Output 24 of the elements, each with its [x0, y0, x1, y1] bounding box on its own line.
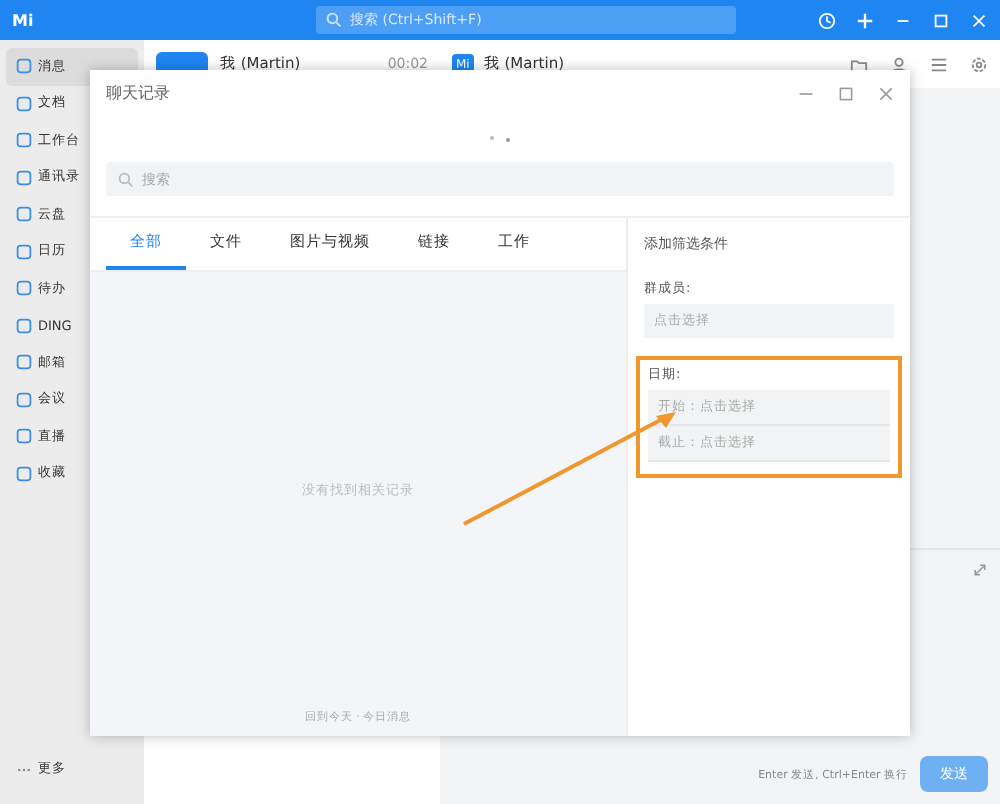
search-icon [326, 12, 342, 28]
rounded-square-icon [16, 391, 32, 408]
list-icon[interactable] [930, 55, 948, 73]
dialog-title: 聊天记录 [106, 82, 170, 104]
rounded-square-icon [16, 280, 32, 297]
rounded-square-icon [16, 465, 32, 482]
rounded-square-icon [16, 354, 32, 371]
rounded-square-icon [16, 95, 32, 112]
rounded-square-icon [16, 428, 32, 445]
loading-icon [490, 136, 510, 142]
rounded-square-icon [16, 132, 32, 149]
rounded-square-icon [16, 206, 32, 223]
rounded-square-icon [16, 169, 32, 186]
history-icon[interactable] [818, 11, 836, 29]
rounded-square-icon [16, 317, 32, 334]
rounded-square-icon [16, 58, 32, 75]
add-icon[interactable] [856, 11, 874, 29]
search-icon [118, 171, 134, 187]
settings-icon[interactable] [970, 55, 988, 73]
maximize-icon[interactable] [838, 85, 854, 101]
rounded-square-icon [16, 243, 32, 260]
app-logo: Mi [12, 11, 36, 29]
expand-icon[interactable] [972, 562, 988, 578]
close-icon[interactable] [878, 85, 894, 101]
